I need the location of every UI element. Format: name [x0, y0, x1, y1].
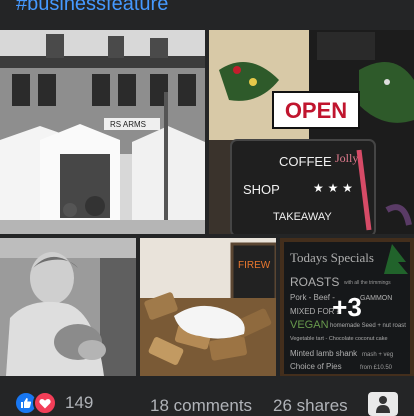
more-photos-count: +3 [332, 291, 362, 322]
person-icon [376, 396, 390, 413]
board-takeaway-text: TAKEAWAY [273, 211, 332, 223]
board-shop-text: SHOP [243, 182, 280, 197]
firewood-board-text: FIREW [238, 260, 271, 271]
profile-avatar-icon[interactable] [368, 392, 398, 416]
firewood-image: FIREW [140, 238, 276, 376]
svg-text:★ ★ ★: ★ ★ ★ [313, 181, 353, 195]
board-coffee-text: COFFEE [279, 154, 332, 169]
reactions-summary[interactable]: 149 [14, 391, 94, 415]
photo-open-sign[interactable]: OPEN COFFEE Jolly SHOP TAKEAWAY ★ ★ ★ [209, 30, 414, 234]
love-icon [33, 391, 57, 415]
open-sign-text: OPEN [285, 98, 347, 123]
comments-count-link[interactable]: 18 comments [150, 396, 252, 416]
photo-firewood[interactable]: FIREW [140, 238, 276, 376]
woman-baby-image [0, 238, 136, 376]
more-photos-overlay[interactable]: +3 [280, 238, 414, 376]
reaction-count: 149 [65, 393, 94, 412]
pub-exterior-image: RS ARMS [0, 30, 205, 234]
post-hashtag[interactable]: #businessfeature [16, 0, 168, 16]
shares-count-link[interactable]: 26 shares [273, 396, 348, 416]
board-jolly-text: Jolly [335, 151, 358, 165]
photo-specials-board[interactable]: Todays Specials ROASTS with all the trim… [280, 238, 414, 376]
photo-grid: RS ARMS OPEN COFFEE Jolly SHOP TAKEAWAY … [0, 30, 414, 376]
photo-pub-exterior[interactable]: RS ARMS [0, 30, 205, 234]
photo-woman-baby[interactable] [0, 238, 136, 376]
pub-sign-text: RS ARMS [110, 120, 146, 129]
open-sign-image: OPEN COFFEE Jolly SHOP TAKEAWAY ★ ★ ★ [209, 30, 414, 234]
